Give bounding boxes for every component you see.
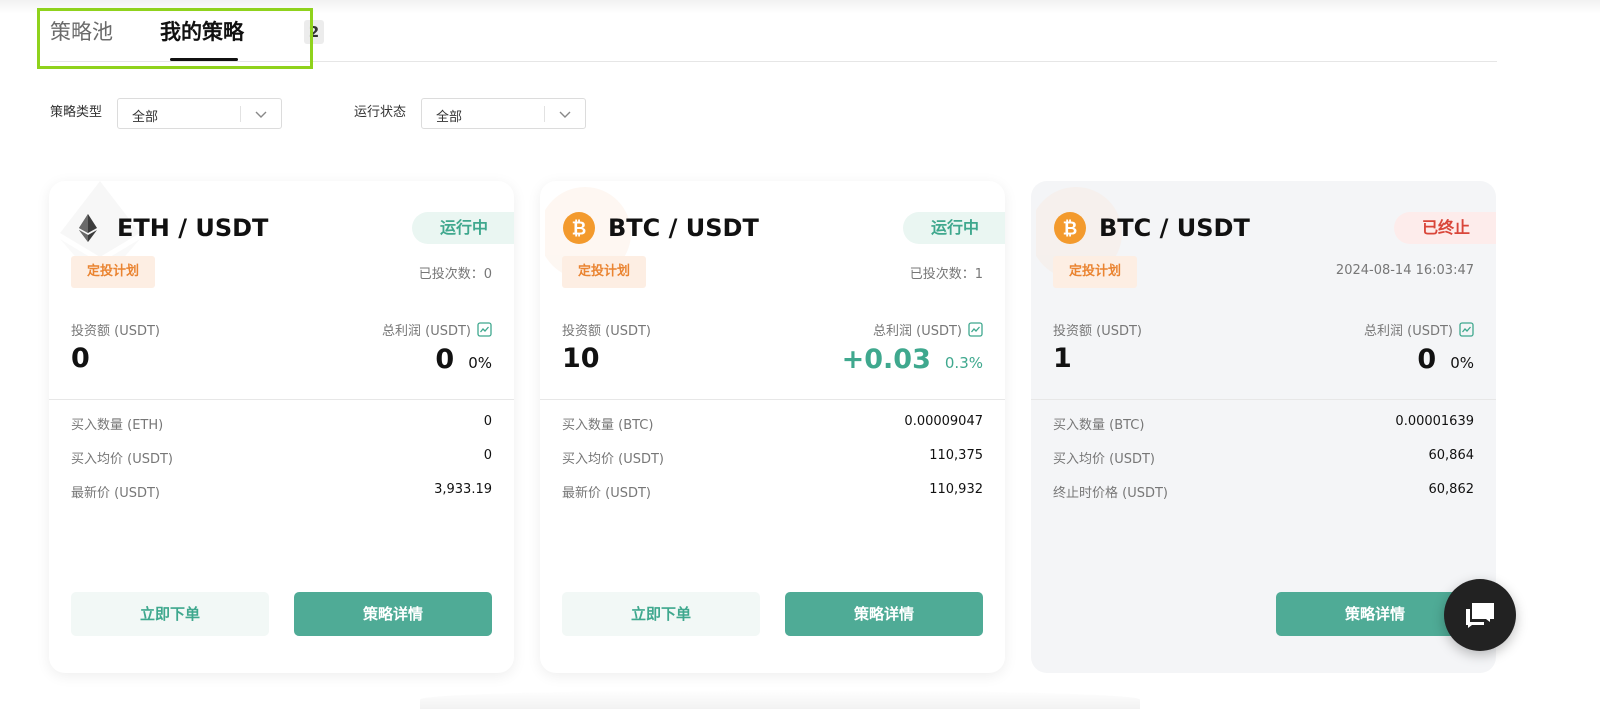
run-status-select[interactable]: 全部 [421, 98, 586, 129]
bitcoin-icon: ₿ [1054, 212, 1086, 244]
profit-value: 0 [435, 344, 455, 375]
status-badge: 运行中 [411, 212, 514, 244]
chat-icon [1466, 603, 1494, 628]
detail-label: 买入均价 (USDT) [71, 452, 173, 467]
detail-value: 0.00001639 [1395, 414, 1474, 429]
order-now-button[interactable]: 立即下单 [71, 592, 269, 636]
divider [49, 399, 514, 400]
profit-label-text: 总利润 (USDT) [1364, 324, 1453, 339]
detail-value: 60,864 [1428, 448, 1475, 463]
highlight-box [37, 8, 313, 69]
profit-label: 总利润 (USDT) [1364, 320, 1474, 339]
investment-label: 投资额 (USDT) [562, 324, 651, 339]
status-badge: 已终止 [1393, 212, 1496, 244]
detail-label: 买入数量 (BTC) [1053, 418, 1145, 433]
profit-label-text: 总利润 (USDT) [873, 324, 962, 339]
detail-value: 60,862 [1428, 482, 1475, 497]
detail-label: 最新价 (USDT) [71, 486, 160, 501]
detail-label: 买入数量 (BTC) [562, 418, 654, 433]
detail-value: 0 [483, 414, 492, 429]
detail-row: 买入数量 (ETH) 0 [71, 414, 492, 434]
strategy-card: ₿ BTC / USDT 已终止 定投计划 2024-08-14 16:03:4… [1031, 181, 1496, 673]
strategy-type-tag: 定投计划 [562, 256, 647, 288]
select-divider [240, 106, 241, 122]
detail-row: 最新价 (USDT) 110,932 [562, 482, 983, 502]
chat-button[interactable] [1444, 579, 1516, 651]
filter-label-run-status: 运行状态 [354, 105, 407, 120]
strategy-detail-button[interactable]: 策略详情 [294, 592, 492, 636]
detail-row: 买入数量 (BTC) 0.00001639 [1053, 414, 1474, 434]
invest-count: 已投次数：0 [418, 267, 492, 282]
select-divider [544, 106, 545, 122]
strategy-card: ETH / USDT 运行中 定投计划 已投次数：0 投资额 (USDT) 0 … [49, 181, 514, 673]
profit-label: 总利润 (USDT) [873, 320, 983, 339]
chevron-down-icon [559, 111, 571, 118]
strategy-type-tag: 定投计划 [71, 256, 156, 288]
trend-chart-icon[interactable] [477, 322, 492, 337]
bitcoin-icon: ₿ [563, 212, 595, 244]
detail-label: 买入均价 (USDT) [1053, 452, 1155, 467]
profit-label-text: 总利润 (USDT) [382, 324, 471, 339]
detail-value: 3,933.19 [434, 482, 492, 497]
investment-value: 10 [562, 343, 600, 374]
profit-value: 0 [1417, 344, 1437, 375]
ethereum-icon [79, 214, 97, 242]
svg-text:₿: ₿ [1063, 219, 1078, 240]
detail-row: 买入均价 (USDT) 0 [71, 448, 492, 468]
detail-value: 110,932 [929, 482, 983, 497]
detail-value: 0.00009047 [904, 414, 983, 429]
divider [1031, 399, 1496, 400]
detail-label: 买入均价 (USDT) [562, 452, 664, 467]
strategy-card: ₿ BTC / USDT 运行中 定投计划 已投次数：1 投资额 (USDT) … [540, 181, 1005, 673]
investment-label: 投资额 (USDT) [71, 324, 160, 339]
strategy-type-select[interactable]: 全部 [117, 98, 282, 129]
detail-row: 最新价 (USDT) 3,933.19 [71, 482, 492, 502]
strategy-type-tag: 定投计划 [1053, 256, 1138, 288]
invest-count: 已投次数：1 [909, 267, 983, 282]
detail-row: 买入均价 (USDT) 110,375 [562, 448, 983, 468]
detail-row: 买入均价 (USDT) 60,864 [1053, 448, 1474, 468]
profit-percent: 0% [468, 354, 492, 372]
status-badge: 运行中 [902, 212, 1005, 244]
trend-chart-icon[interactable] [968, 322, 983, 337]
detail-value: 0 [483, 448, 492, 463]
profit-row: +0.03 0.3% [842, 342, 983, 378]
profit-row: 0 0% [1417, 342, 1474, 378]
investment-value: 0 [71, 343, 90, 374]
bottom-shade [420, 690, 1140, 709]
detail-row: 终止时价格 (USDT) 60,862 [1053, 482, 1474, 502]
profit-percent: 0.3% [944, 354, 983, 372]
profit-row: 0 0% [435, 342, 492, 378]
detail-label: 买入数量 (ETH) [71, 418, 164, 433]
profit-value: +0.03 [841, 344, 931, 375]
termination-time: 2024-08-14 16:03:47 [1335, 263, 1474, 278]
trading-pair: BTC / USDT [1099, 214, 1250, 242]
investment-label: 投资额 (USDT) [1053, 324, 1142, 339]
trading-pair: BTC / USDT [608, 214, 759, 242]
divider [540, 399, 1005, 400]
chevron-down-icon [255, 111, 267, 118]
svg-text:₿: ₿ [572, 219, 587, 240]
detail-row: 买入数量 (BTC) 0.00009047 [562, 414, 983, 434]
detail-label: 最新价 (USDT) [562, 486, 651, 501]
strategy-type-value: 全部 [132, 110, 159, 125]
strategy-detail-button[interactable]: 策略详情 [785, 592, 983, 636]
investment-value: 1 [1053, 343, 1072, 374]
order-now-button[interactable]: 立即下单 [562, 592, 760, 636]
profit-label: 总利润 (USDT) [382, 320, 492, 339]
trend-chart-icon[interactable] [1459, 322, 1474, 337]
trading-pair: ETH / USDT [117, 214, 269, 242]
profit-percent: 0% [1450, 354, 1474, 372]
detail-label: 终止时价格 (USDT) [1053, 486, 1168, 501]
run-status-value: 全部 [436, 110, 463, 125]
detail-value: 110,375 [929, 448, 983, 463]
filter-label-strategy-type: 策略类型 [50, 105, 103, 120]
